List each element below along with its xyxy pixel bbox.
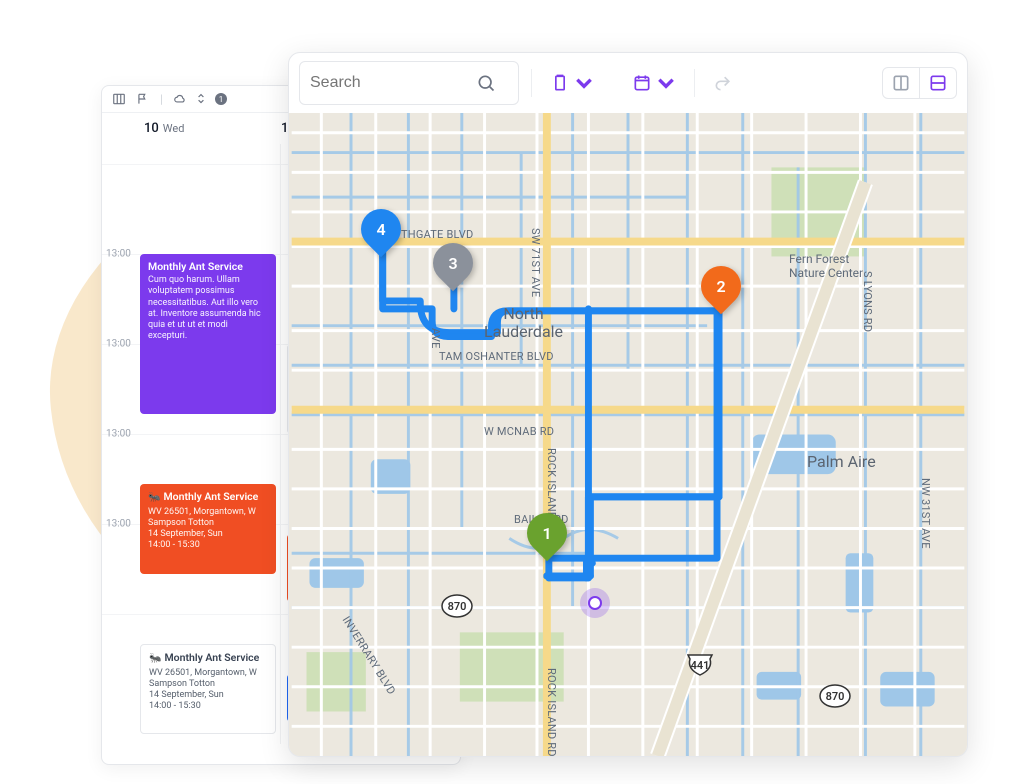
place-label: NorthLauderdale	[484, 305, 563, 342]
street-label: S LYONS RD	[861, 271, 874, 332]
chevron-down-icon	[656, 73, 676, 93]
place-label: Palm Aire	[807, 453, 876, 471]
calendar-event[interactable]: Monthly Ant Service Cum quo harum. Ullam…	[140, 254, 276, 414]
toolbar-separator	[531, 69, 532, 97]
street-label: NW 31ST AVE	[919, 478, 932, 549]
day-of-week: Wed	[163, 122, 185, 135]
street-label: TAM OSHANTER BLVD	[439, 350, 554, 363]
calendar-column: Monthly Ant Service Cum quo harum. Ullam…	[102, 144, 281, 744]
map-panel: THGATE BLVD SW 71ST AVE NorthLauderdale …	[288, 52, 968, 757]
street-label: AVE	[429, 328, 442, 349]
route-shield: 870	[441, 593, 473, 619]
calendar-day-header: 10 Wed	[112, 121, 281, 136]
street-label: W MCNAB RD	[484, 425, 554, 438]
chevron-down-icon	[574, 73, 594, 93]
event-desc: Cum quo harum. Ullam voluptatem possimus…	[148, 275, 268, 343]
map-toolbar	[289, 53, 967, 113]
event-line: 14 September, Sun	[148, 529, 268, 540]
split-vertical-button[interactable]	[883, 68, 919, 98]
street-label: THGATE BLVD	[401, 228, 473, 241]
notification-badge[interactable]: 1	[215, 93, 227, 105]
map-pin-1[interactable]: 1	[527, 513, 567, 565]
route-shield: 441	[684, 652, 716, 678]
calendar-event[interactable]: 🐜Monthly Ant Service WV 26501, Morgantow…	[140, 484, 276, 574]
event-line: WV 26501, Morgantown, W	[148, 507, 268, 518]
day-number: 10	[144, 121, 159, 136]
search-input-wrap[interactable]	[299, 61, 519, 105]
event-line: 14:00 - 15:30	[148, 540, 268, 551]
event-line: 14 September, Sun	[149, 690, 267, 701]
event-title: Monthly Ant Service	[148, 260, 268, 273]
map-pin-4[interactable]: 4	[361, 209, 401, 261]
redo-button[interactable]	[707, 68, 739, 98]
split-horizontal-button[interactable]	[919, 68, 956, 98]
flag-icon[interactable]	[136, 92, 150, 106]
ant-icon: 🐜	[149, 653, 161, 666]
search-icon[interactable]	[470, 68, 502, 98]
layout-toggle	[882, 67, 957, 99]
street-label: ROCK ISLAND RD	[545, 668, 558, 756]
route-shield: 870	[819, 683, 851, 709]
place-label: Fern ForestNature Center	[789, 253, 863, 281]
event-line: 14:00 - 15:30	[149, 701, 267, 712]
current-location-marker	[580, 588, 610, 618]
ant-icon: 🐜	[148, 492, 160, 505]
map-pin-2[interactable]: 2	[701, 266, 741, 318]
map-canvas[interactable]: THGATE BLVD SW 71ST AVE NorthLauderdale …	[289, 113, 967, 756]
clipboard-dropdown[interactable]	[544, 68, 600, 98]
calendar-dropdown[interactable]	[626, 68, 682, 98]
street-label: SW 71ST AVE	[529, 228, 542, 297]
toolbar-separator	[694, 69, 695, 97]
map-pin-3[interactable]: 3	[433, 243, 473, 295]
calendar-event[interactable]: 🐜Monthly Ant Service WV 26501, Morgantow…	[140, 644, 276, 734]
event-line: WV 26501, Morgantown, W	[149, 668, 267, 679]
event-title: 🐜Monthly Ant Service	[149, 651, 267, 666]
cloud-icon[interactable]	[173, 92, 187, 106]
search-input[interactable]	[310, 74, 470, 92]
columns-icon[interactable]	[112, 92, 126, 106]
toolbar-divider: |	[160, 92, 163, 106]
event-line: Sampson Totton	[148, 518, 268, 529]
sort-icon[interactable]	[197, 92, 205, 106]
event-title: 🐜Monthly Ant Service	[148, 490, 268, 505]
event-line: Sampson Totton	[149, 679, 267, 690]
